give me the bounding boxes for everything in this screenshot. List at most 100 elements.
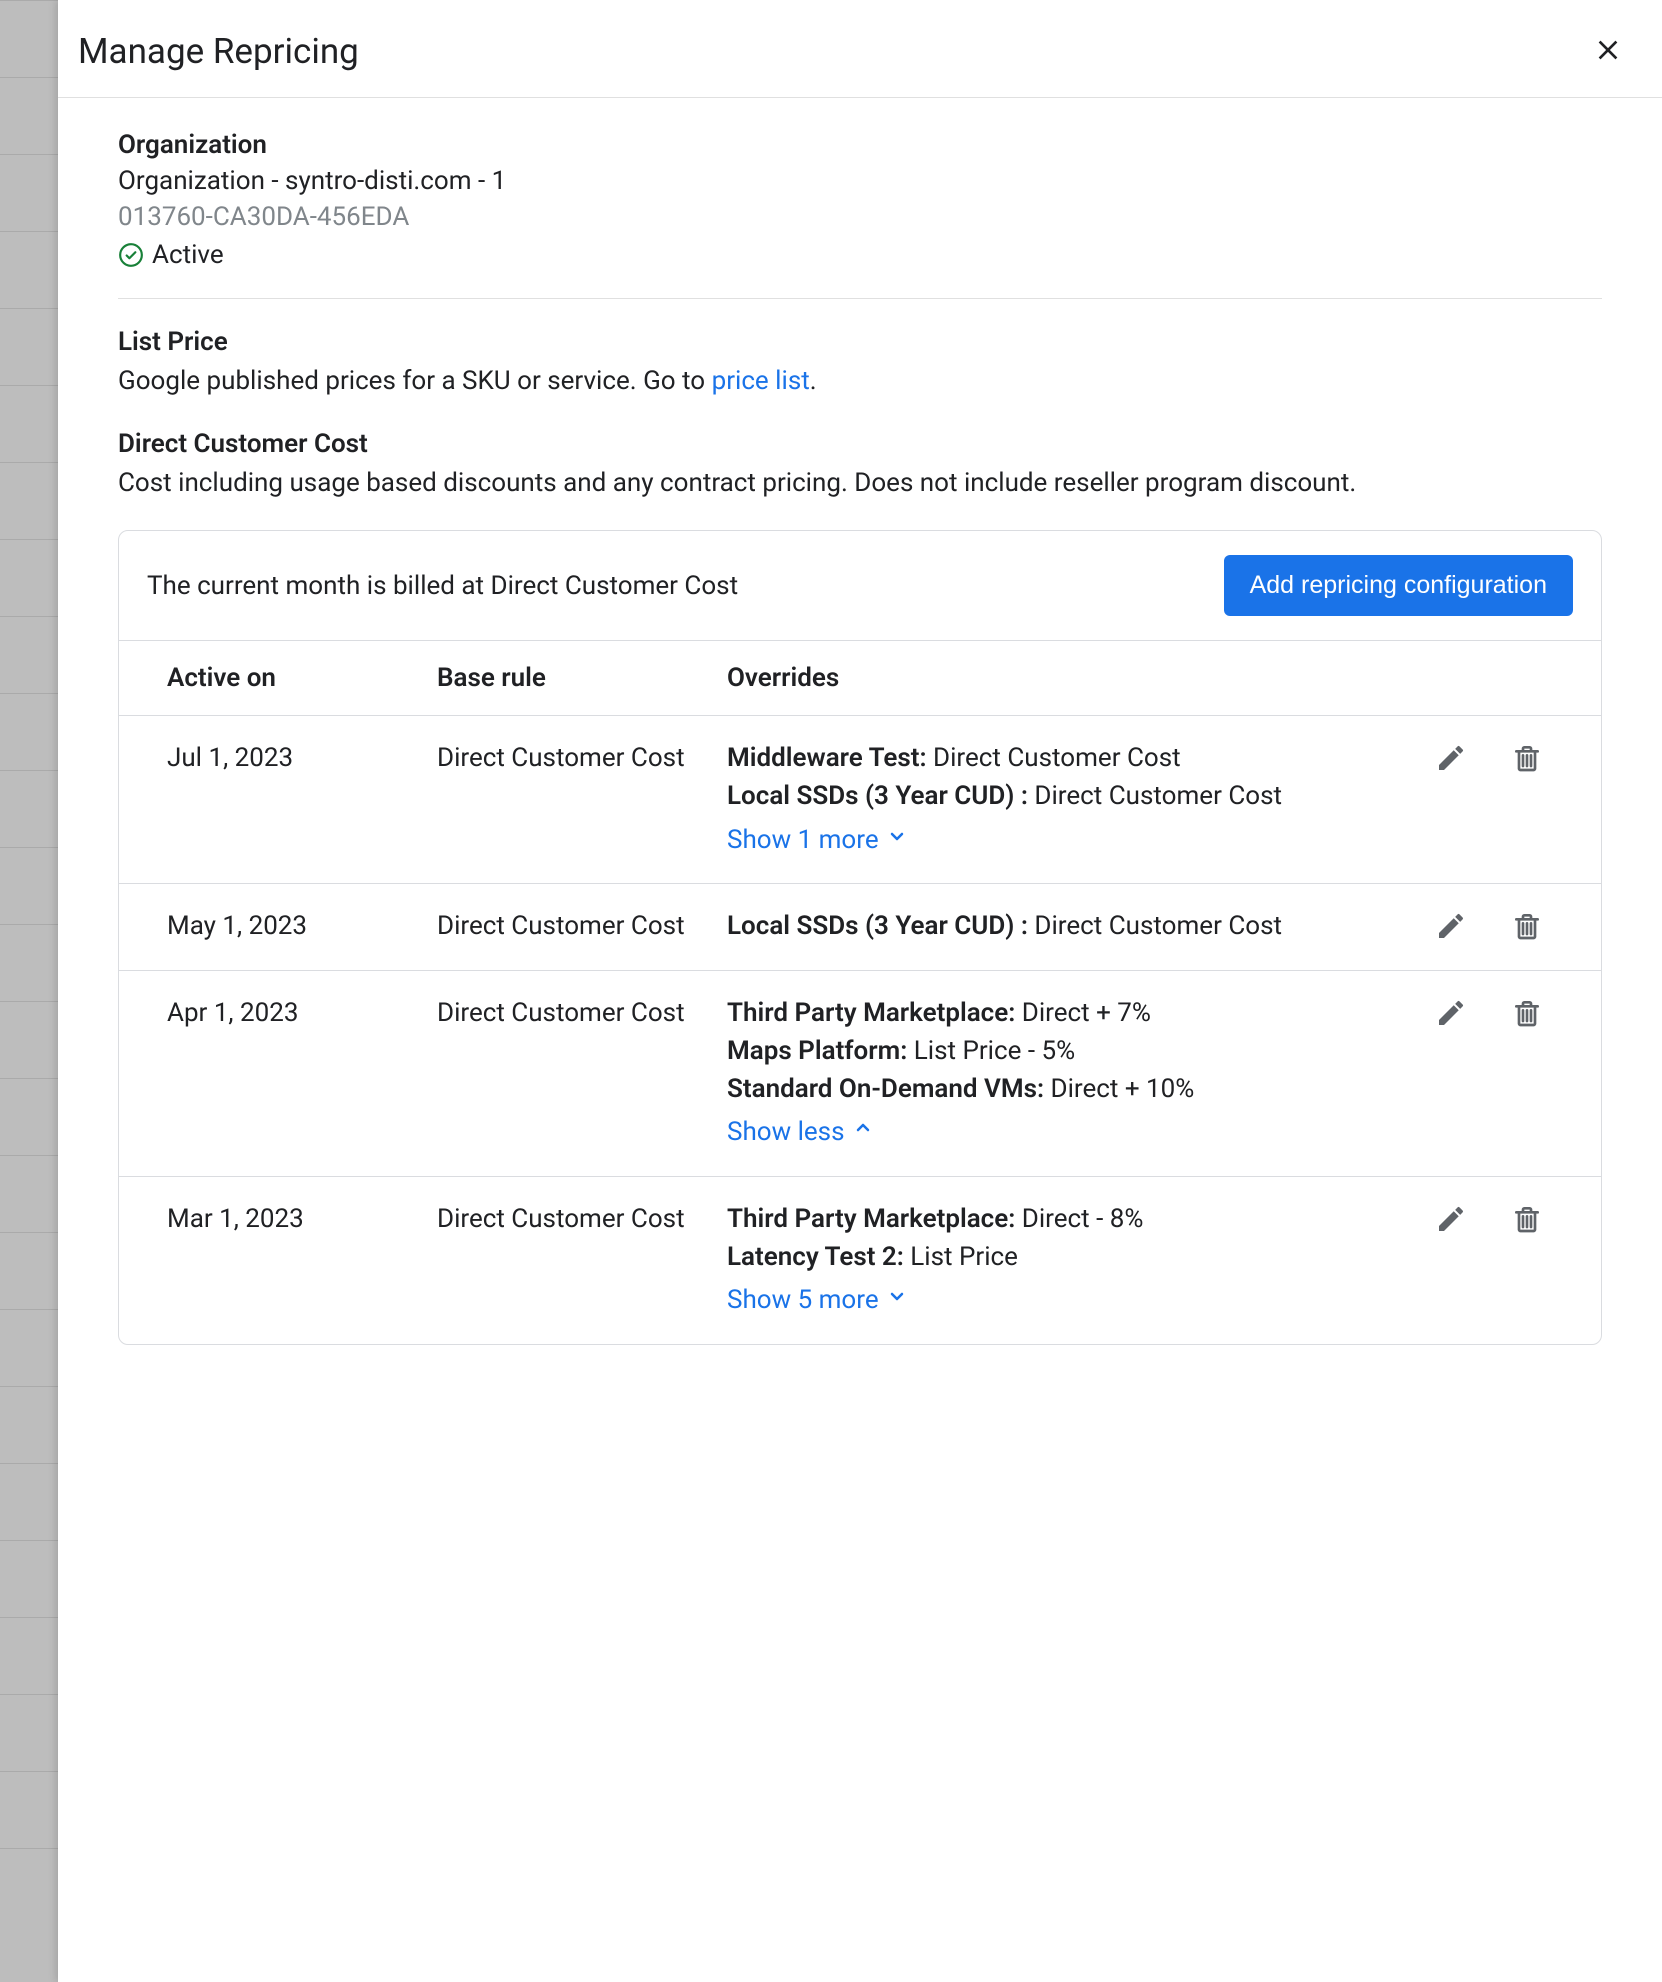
override-item: Local SSDs (3 Year CUD) : Direct Custome… [727,908,1383,946]
repricing-table-card: The current month is billed at Direct Cu… [118,530,1602,1345]
cell-active-on: Jul 1, 2023 [167,740,437,859]
trash-icon [1511,1223,1543,1238]
show-more-toggle[interactable]: Show 5 more [727,1282,909,1320]
page-backdrop: Manage Repricing Organization Organizati… [0,0,1662,1982]
override-label: Maps Platform: [727,1036,907,1066]
table-row: Jul 1, 2023Direct Customer CostMiddlewar… [119,716,1601,884]
organization-name: Organization - syntro-disti.com - 1 [118,166,1602,196]
cell-active-on: Apr 1, 2023 [167,995,437,1152]
trash-icon [1511,930,1543,945]
toggle-text: Show less [727,1114,845,1152]
list-price-prefix: Google published prices for a SKU or ser… [118,366,712,396]
override-value: Direct + 10% [1044,1074,1194,1104]
direct-cost-heading: Direct Customer Cost [118,429,1602,459]
add-repricing-button[interactable]: Add repricing configuration [1224,555,1573,616]
show-more-toggle[interactable]: Show 1 more [727,822,909,860]
direct-cost-desc: Cost including usage based discounts and… [118,465,1602,503]
toggle-text: Show 5 more [727,1282,879,1320]
chevron-up-icon [851,1114,875,1152]
override-label: Third Party Marketplace: [727,1204,1015,1234]
cell-base-rule: Direct Customer Cost [437,908,727,946]
direct-cost-block: Direct Customer Cost Cost including usag… [118,429,1602,503]
status-row: Active [118,240,1602,270]
panel-title: Manage Repricing [78,31,359,72]
cell-base-rule: Direct Customer Cost [437,740,727,859]
override-item: Third Party Marketplace: Direct - 8% [727,1201,1383,1239]
list-price-desc: Google published prices for a SKU or ser… [118,363,1602,401]
repricing-panel: Manage Repricing Organization Organizati… [58,0,1662,1982]
delete-button[interactable] [1511,1203,1543,1238]
table-row: May 1, 2023Direct Customer CostLocal SSD… [119,884,1601,971]
delete-button[interactable] [1511,910,1543,945]
organization-block: Organization Organization - syntro-disti… [118,130,1602,270]
override-value: Direct - 8% [1015,1204,1143,1234]
delete-button[interactable] [1511,742,1543,777]
background-stripes [0,0,60,1982]
override-value: Direct Customer Cost [927,743,1181,773]
override-label: Third Party Marketplace: [727,998,1015,1028]
card-notice: The current month is billed at Direct Cu… [147,571,738,601]
cell-overrides: Third Party Marketplace: Direct + 7%Maps… [727,995,1383,1152]
price-list-link[interactable]: price list [712,366,810,396]
cell-base-rule: Direct Customer Cost [437,995,727,1152]
chevron-down-icon [885,822,909,860]
table-header-row: Active on Base rule Overrides [119,641,1601,716]
close-button[interactable] [1586,28,1630,75]
status-text: Active [152,240,224,270]
override-label: Latency Test 2: [727,1242,904,1272]
edit-button[interactable] [1435,910,1467,945]
panel-header: Manage Repricing [58,0,1662,98]
show-less-toggle[interactable]: Show less [727,1114,875,1152]
pencil-icon [1435,762,1467,777]
row-actions [1383,1201,1553,1320]
cell-active-on: Mar 1, 2023 [167,1201,437,1320]
th-active-on: Active on [167,663,437,693]
pencil-icon [1435,1223,1467,1238]
override-value: Direct Customer Cost [1028,911,1282,941]
trash-icon [1511,1017,1543,1032]
list-price-block: List Price Google published prices for a… [118,327,1602,401]
override-label: Standard On-Demand VMs: [727,1074,1044,1104]
th-base-rule: Base rule [437,663,727,693]
row-actions [1383,740,1553,859]
override-label: Local SSDs (3 Year CUD) : [727,781,1028,811]
list-price-suffix: . [810,366,817,396]
override-label: Middleware Test: [727,743,927,773]
organization-heading: Organization [118,130,1602,160]
override-item: Latency Test 2: List Price [727,1239,1383,1277]
override-value: Direct Customer Cost [1028,781,1282,811]
override-item: Standard On-Demand VMs: Direct + 10% [727,1071,1383,1109]
override-item: Third Party Marketplace: Direct + 7% [727,995,1383,1033]
check-circle-icon [118,242,144,268]
edit-button[interactable] [1435,997,1467,1032]
row-actions [1383,995,1553,1152]
toggle-text: Show 1 more [727,822,879,860]
override-label: Local SSDs (3 Year CUD) : [727,911,1028,941]
trash-icon [1511,762,1543,777]
override-value: List Price - 5% [907,1036,1075,1066]
cell-active-on: May 1, 2023 [167,908,437,946]
delete-button[interactable] [1511,997,1543,1032]
th-overrides: Overrides [727,663,1553,693]
organization-id: 013760-CA30DA-456EDA [118,202,1602,232]
table-row: Apr 1, 2023Direct Customer CostThird Par… [119,971,1601,1177]
list-price-heading: List Price [118,327,1602,357]
pencil-icon [1435,930,1467,945]
override-value: List Price [904,1242,1018,1272]
edit-button[interactable] [1435,742,1467,777]
override-item: Maps Platform: List Price - 5% [727,1033,1383,1071]
edit-button[interactable] [1435,1203,1467,1238]
divider [118,298,1602,299]
cell-overrides: Local SSDs (3 Year CUD) : Direct Custome… [727,908,1383,946]
pencil-icon [1435,1017,1467,1032]
panel-content: Organization Organization - syntro-disti… [58,98,1662,1345]
override-item: Local SSDs (3 Year CUD) : Direct Custome… [727,778,1383,816]
override-value: Direct + 7% [1015,998,1151,1028]
close-icon [1592,34,1624,66]
row-actions [1383,908,1553,946]
table-body: Jul 1, 2023Direct Customer CostMiddlewar… [119,716,1601,1344]
cell-base-rule: Direct Customer Cost [437,1201,727,1320]
cell-overrides: Middleware Test: Direct Customer CostLoc… [727,740,1383,859]
chevron-down-icon [885,1282,909,1320]
table-row: Mar 1, 2023Direct Customer CostThird Par… [119,1177,1601,1344]
